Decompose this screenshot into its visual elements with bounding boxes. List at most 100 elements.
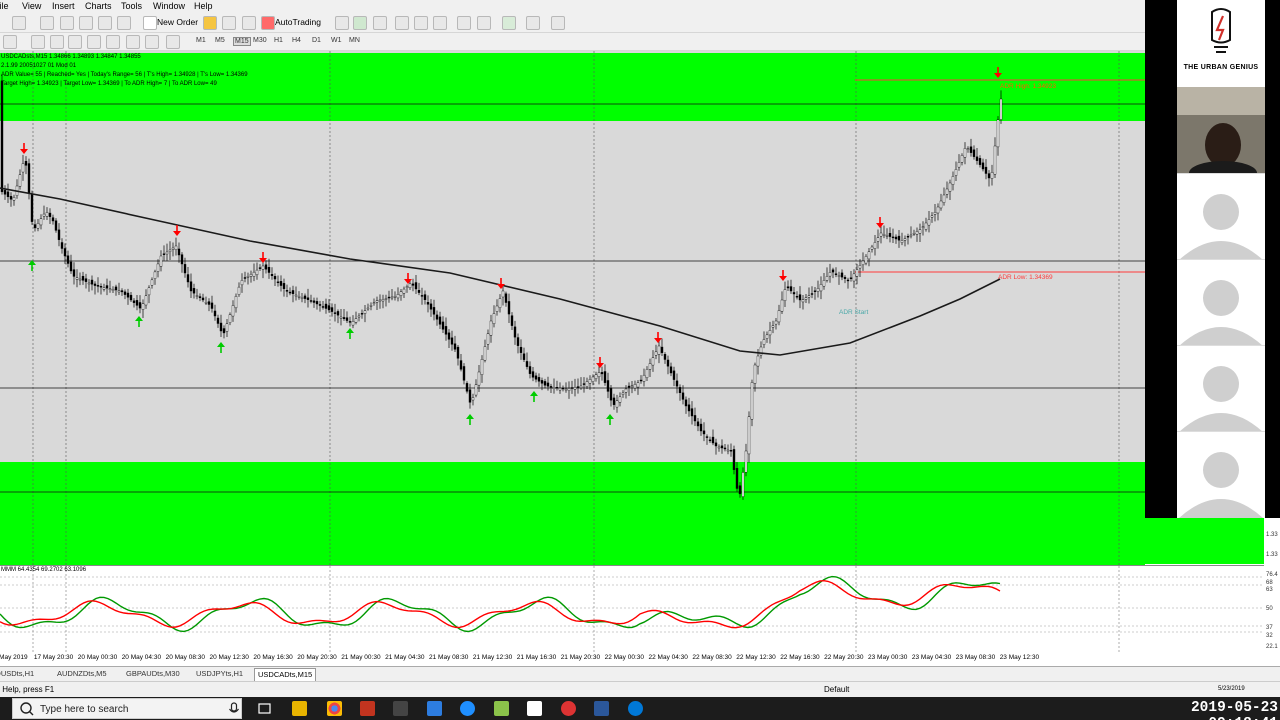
cursor-icon[interactable] [3, 35, 17, 49]
menu-window[interactable]: Window [153, 1, 185, 11]
candle-body [696, 421, 700, 427]
candle-body [849, 277, 853, 279]
candle-body [855, 269, 859, 277]
candle-body [45, 212, 49, 217]
zoom-out-icon[interactable] [414, 16, 428, 30]
candlestick-icon[interactable] [353, 16, 367, 30]
terminal-icon[interactable] [117, 16, 131, 30]
candle-body [531, 371, 535, 378]
timeframe-mn[interactable]: MN [349, 37, 360, 44]
candle-body [396, 294, 400, 299]
time-axis-label: 21 May 20:30 [560, 654, 601, 661]
fibonacci-icon[interactable] [106, 35, 120, 49]
indicators-icon[interactable] [502, 16, 516, 30]
new-order-icon[interactable] [143, 16, 157, 30]
taskbar-search-box[interactable]: Type here to search [12, 698, 242, 719]
timeframe-m15[interactable]: M15 [233, 37, 251, 46]
market-icon[interactable] [242, 16, 256, 30]
metaeditor-icon[interactable] [203, 16, 217, 30]
line-chart-icon[interactable] [373, 16, 387, 30]
zoom-in-icon[interactable] [395, 16, 409, 30]
chart-canvas[interactable]: ADR High: 1.34923 ADR Low: 1.34369 ADR S… [0, 51, 1145, 565]
candle-body [30, 194, 34, 222]
tab-gbpaud[interactable]: GBPAUDts,M30 [123, 668, 183, 681]
menu-insert[interactable]: Insert [52, 1, 75, 11]
horizontal-line-icon[interactable] [50, 35, 64, 49]
tile-windows-icon[interactable] [433, 16, 447, 30]
new-chart-icon[interactable] [12, 16, 26, 30]
candle-body [705, 436, 709, 438]
candle-body [63, 248, 67, 257]
metatrader-icon[interactable] [393, 701, 408, 716]
tab-audusd[interactable]: AUDUSDts,H1 [0, 668, 37, 681]
vertical-line-icon[interactable] [31, 35, 45, 49]
edge-icon[interactable] [628, 701, 643, 716]
candle-body [57, 229, 61, 240]
file-explorer-icon[interactable] [292, 701, 307, 716]
tab-usdjpy[interactable]: USDJPYts,H1 [193, 668, 246, 681]
time-axis-label: 21 May 00:30 [341, 654, 381, 661]
tab-audnzd[interactable]: AUDNZDts,M5 [54, 668, 110, 681]
time-axis-label: 20 May 20:30 [297, 654, 337, 661]
record-icon[interactable] [561, 701, 576, 716]
candle-body [78, 278, 82, 281]
app-green-icon[interactable] [494, 701, 509, 716]
candle-body [18, 174, 22, 187]
text-icon[interactable] [126, 35, 140, 49]
timeframe-w1[interactable]: W1 [331, 37, 342, 44]
menu-charts[interactable]: Charts [85, 1, 112, 11]
photos-icon[interactable] [527, 701, 542, 716]
menu-file[interactable]: File [0, 1, 9, 11]
task-view-icon[interactable] [257, 701, 272, 716]
time-axis-label: 20 May 04:30 [121, 654, 162, 661]
timeframe-h1[interactable]: H1 [274, 37, 283, 44]
candle-body [240, 280, 244, 286]
candle-body [108, 288, 112, 291]
signals-icon[interactable] [222, 16, 236, 30]
market-watch-icon[interactable] [60, 16, 74, 30]
bar-chart-icon[interactable] [335, 16, 349, 30]
menu-view[interactable]: View [22, 1, 41, 11]
participant-tile[interactable] [1177, 173, 1265, 260]
periods-icon[interactable] [526, 16, 540, 30]
zoom-icon[interactable] [460, 701, 475, 716]
timeframe-m30[interactable]: M30 [253, 37, 267, 44]
candle-body [687, 404, 691, 412]
autotrading-button[interactable]: AutoTrading [275, 17, 321, 27]
templates-icon[interactable] [551, 16, 565, 30]
auto-scroll-icon[interactable] [457, 16, 471, 30]
candle-body [210, 302, 214, 309]
microphone-icon[interactable] [228, 702, 240, 716]
participant-tile[interactable] [1177, 345, 1265, 432]
price-chart[interactable]: ADR High: 1.34923 ADR Low: 1.34369 ADR S… [0, 51, 1145, 565]
candle-body [666, 359, 670, 367]
new-order-button[interactable]: New Order [157, 17, 198, 27]
timeframe-h4[interactable]: H4 [292, 37, 301, 44]
logo-text: THE URBAN GENIUS [1183, 64, 1259, 71]
autotrading-icon[interactable] [261, 16, 275, 30]
timeframe-m1[interactable]: M1 [196, 37, 206, 44]
word-icon[interactable] [594, 701, 609, 716]
channel-icon[interactable] [87, 35, 101, 49]
chrome-icon[interactable] [327, 701, 342, 716]
menu-tools[interactable]: Tools [121, 1, 142, 11]
timeframe-m5[interactable]: M5 [215, 37, 225, 44]
profiles-icon[interactable] [40, 16, 54, 30]
trendline-icon[interactable] [68, 35, 82, 49]
app-icon[interactable] [360, 701, 375, 716]
chart-shift-icon[interactable] [477, 16, 491, 30]
text-label-icon[interactable] [145, 35, 159, 49]
participant-tile[interactable] [1177, 431, 1265, 518]
arrows-icon[interactable] [166, 35, 180, 49]
candle-body [135, 300, 139, 306]
data-window-icon[interactable] [79, 16, 93, 30]
timeframe-d1[interactable]: D1 [312, 37, 321, 44]
oscillator-grid [0, 566, 1264, 652]
candle-body [681, 392, 685, 400]
metatrader-active-icon[interactable] [427, 701, 442, 716]
participant-tile[interactable] [1177, 259, 1265, 346]
navigator-icon[interactable] [98, 16, 112, 30]
menu-help[interactable]: Help [194, 1, 213, 11]
candle-body [369, 305, 373, 307]
tab-usdcad[interactable]: USDCADts,M15 [254, 668, 317, 681]
